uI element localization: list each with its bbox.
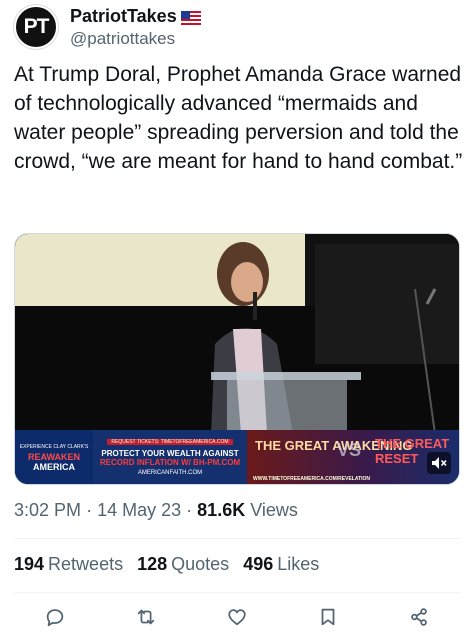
reply-icon (47, 609, 64, 627)
speaker-muted-icon[interactable] (427, 452, 451, 474)
bookmark-icon (321, 608, 335, 626)
quotes-count: 128 (137, 554, 168, 574)
author-names: PatriotTakes @patriottakes (70, 6, 201, 48)
us-flag-icon (180, 9, 201, 26)
engagement-stats: 194 Retweets 128 Quotes 496 Likes (14, 554, 319, 575)
reply-button[interactable] (41, 603, 69, 631)
video-media[interactable]: EXPERIENCE CLAY CLARK'S REAWAKEN AMERICA… (14, 233, 460, 485)
retweet-button[interactable] (132, 603, 160, 631)
action-bar (0, 602, 474, 632)
quotes-label: Quotes (171, 554, 230, 574)
likes-label: Likes (277, 554, 320, 574)
banner-ad: REQUEST TICKETS: TIMETOFREEAMERICA.COM P… (93, 430, 247, 484)
share-icon (410, 608, 427, 626)
banner-protect: PROTECT YOUR WEALTH AGAINST (101, 448, 239, 458)
retweets-stat[interactable]: 194 Retweets (14, 554, 123, 575)
views-count[interactable]: 81.6K (197, 500, 245, 520)
bookmark-button[interactable] (314, 603, 342, 631)
meta-separator: · (86, 500, 93, 520)
retweets-count: 194 (14, 554, 45, 574)
meta-separator: · (186, 500, 193, 520)
video-frame (15, 234, 459, 434)
banner-left-title1: REAWAKEN (27, 452, 80, 462)
banner-left-small: EXPERIENCE CLAY CLARK'S (19, 444, 89, 450)
likes-stat[interactable]: 496 Likes (243, 554, 319, 575)
banner-record: RECORD INFLATION W/ BH-PM.COM (99, 457, 241, 467)
retweets-label: Retweets (48, 554, 124, 574)
share-button[interactable] (405, 603, 433, 631)
tweet-text: At Trump Doral, Prophet Amanda Grace war… (14, 63, 463, 173)
tweet-date[interactable]: 14 May 23 (97, 500, 181, 520)
display-name-row[interactable]: PatriotTakes (70, 6, 201, 27)
tweet-time[interactable]: 3:02 PM (14, 500, 81, 520)
likes-count: 496 (243, 554, 274, 574)
banner-tickets: REQUEST TICKETS: TIMETOFREEAMERICA.COM (107, 438, 233, 445)
views-label[interactable]: Views (250, 500, 298, 520)
banner-url: WWW.TIMETOFREEAMERICA.COM/REVELATION (253, 476, 371, 482)
banner-reawaken: EXPERIENCE CLAY CLARK'S REAWAKEN AMERICA (15, 430, 93, 484)
banner-left-title2: AMERICA (33, 462, 75, 472)
tweet-meta: 3:02 PM · 14 May 23 · 81.6K Views (14, 500, 298, 521)
banner-presented: AMERICANFAITH.COM (137, 469, 203, 476)
avatar[interactable]: PT (14, 5, 58, 49)
retweet-icon (137, 609, 155, 625)
video-banner: EXPERIENCE CLAY CLARK'S REAWAKEN AMERICA… (15, 430, 459, 484)
like-icon (228, 609, 246, 626)
tweet-header: PT PatriotTakes @patriottakes (14, 4, 201, 50)
banner-vs: VS (337, 440, 362, 460)
divider (14, 592, 460, 593)
divider (14, 538, 460, 539)
handle[interactable]: @patriottakes (70, 29, 201, 49)
like-button[interactable] (223, 603, 251, 631)
quotes-stat[interactable]: 128 Quotes (137, 554, 229, 575)
display-name[interactable]: PatriotTakes (70, 6, 177, 27)
